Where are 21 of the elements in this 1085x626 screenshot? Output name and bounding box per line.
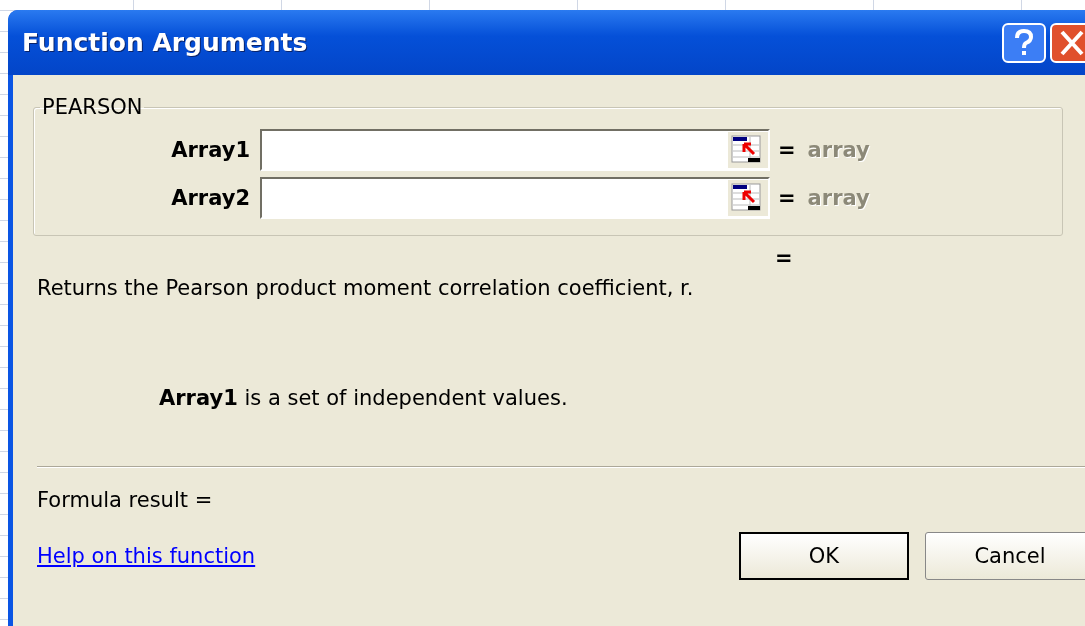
dialog-button[interactable]: OK [739, 532, 909, 580]
argument-label: Array2 [170, 186, 250, 210]
dialog-button[interactable]: Cancel [925, 532, 1085, 580]
argument-type-hint: array [807, 186, 870, 210]
window-title: Function Arguments [22, 28, 308, 57]
collapse-dialog-icon[interactable] [728, 132, 768, 168]
formula-result: Formula result = [37, 488, 214, 512]
input-field[interactable] [260, 129, 770, 171]
argument-description: Array1 is a set of independent values. [159, 386, 569, 410]
equals-sign: = [778, 186, 796, 210]
result-equals-sign: = [775, 246, 794, 272]
function-description: Returns the Pearson product moment correlation coefficient, r. [37, 276, 695, 300]
help-link[interactable]: Help on this function [37, 544, 256, 568]
close-icon[interactable] [1050, 22, 1085, 63]
function-name: PEARSON [41, 95, 144, 119]
help-icon[interactable] [1002, 22, 1046, 63]
equals-sign: = [778, 138, 796, 162]
collapse-dialog-icon[interactable] [728, 180, 768, 216]
input-field[interactable] [260, 177, 770, 219]
argument-label: Array1 [170, 138, 250, 162]
argument-type-hint: array [807, 138, 870, 162]
